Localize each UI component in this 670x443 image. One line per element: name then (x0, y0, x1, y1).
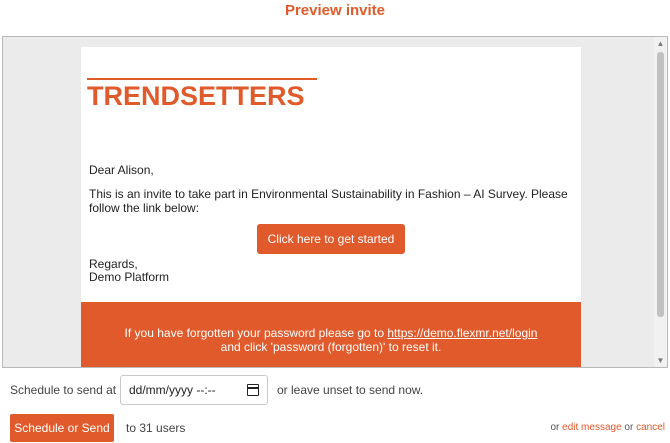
footer-line-2: and click 'password (forgotten)' to rese… (220, 340, 442, 354)
scroll-up-arrow-icon[interactable]: ▲ (654, 37, 667, 50)
or-text: or (550, 422, 563, 433)
send-row: Schedule or Send to 31 users or edit mes… (10, 414, 665, 442)
cancel-link[interactable]: cancel (636, 422, 665, 433)
preview-scrollbar[interactable]: ▲ ▼ (654, 37, 667, 367)
schedule-row: Schedule to send at dd/mm/yyyy --:-- or … (10, 375, 660, 405)
email-preview: TRENDSETTERS Dear Alison, This is an inv… (81, 47, 581, 367)
get-started-button[interactable]: Click here to get started (257, 224, 405, 254)
schedule-datetime-input[interactable]: dd/mm/yyyy --:-- (120, 375, 268, 405)
logo-rule (87, 78, 317, 80)
footer-text: If you have forgotten your password plea… (124, 326, 388, 340)
email-greeting: Dear Alison, (89, 163, 154, 177)
email-signature: Demo Platform (89, 270, 170, 284)
logo-text: TRENDSETTERS (87, 81, 305, 111)
footer-line-1: If you have forgotten your password plea… (81, 326, 581, 340)
schedule-label: Schedule to send at (10, 383, 117, 397)
schedule-or-send-button[interactable]: Schedule or Send (10, 414, 114, 442)
secondary-actions: or edit message or cancel (550, 422, 665, 433)
scroll-thumb[interactable] (657, 52, 664, 317)
email-invite-text: This is an invite to take part in Enviro… (89, 187, 568, 215)
email-regards: Regards, (89, 257, 138, 271)
scroll-down-arrow-icon[interactable]: ▼ (654, 354, 667, 367)
invite-preview-frame[interactable]: TRENDSETTERS Dear Alison, This is an inv… (2, 36, 668, 368)
edit-message-link[interactable]: edit message (562, 422, 621, 433)
datetime-placeholder: dd/mm/yyyy --:-- (129, 383, 216, 397)
page-title: Preview invite (284, 2, 386, 19)
recipient-count: to 31 users (126, 421, 186, 435)
or-text: or (621, 422, 637, 433)
schedule-hint: or leave unset to send now. (277, 383, 424, 397)
calendar-icon[interactable] (247, 384, 259, 396)
trendsetters-logo: TRENDSETTERS (87, 75, 319, 111)
email-footer: If you have forgotten your password plea… (81, 302, 581, 367)
login-link[interactable]: https://demo.flexmr.net/login (387, 326, 537, 340)
